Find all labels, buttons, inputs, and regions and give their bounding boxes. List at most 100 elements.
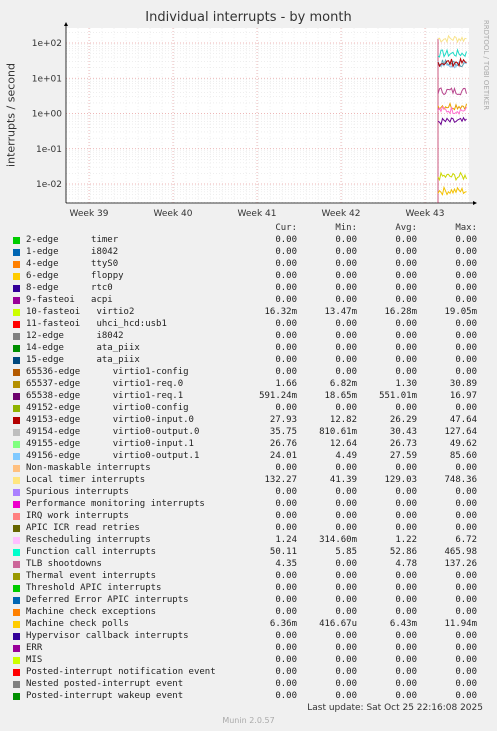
legend-swatch	[13, 237, 20, 244]
legend-max: 6.72	[455, 535, 477, 545]
legend-label: 1-edge i8042	[26, 247, 119, 257]
legend-table: 2-edge timer 0.00 0.00 0.00 0.00 1-edge i8042…	[13, 234, 493, 702]
legend-label: 11-fasteoi uhci_hcd:usb1	[26, 319, 167, 329]
legend-max: 137.26	[444, 559, 477, 569]
legend-cur: 0.00	[275, 247, 297, 257]
interrupts-chart: Week 39 Week 40 Week 41 Week 42 Week 43 1e+02…	[32, 22, 477, 219]
legend-max: 0.00	[455, 679, 477, 689]
legend-swatch	[13, 405, 20, 412]
legend-min: 0.00	[335, 283, 357, 293]
legend-row: IRQ work interrupts 0.00 0.00 0.00 0.00	[13, 510, 493, 522]
legend-cur: 26.76	[269, 439, 297, 449]
legend-swatch	[13, 369, 20, 376]
munin-version: Munin 2.0.57	[222, 716, 275, 725]
legend-row: 49155-edge virtio0-input.1 26.76 12.64 26.7…	[13, 438, 493, 450]
legend-swatch	[13, 681, 20, 688]
legend-label: Posted-interrupt notification event	[26, 667, 216, 677]
legend-row: Rescheduling interrupts 1.24 314.60m 1.22 6.…	[13, 534, 493, 546]
legend-row: 49154-edge virtio0-output.0 35.75 810.61m 3…	[13, 426, 493, 438]
legend-min: 0.00	[335, 511, 357, 521]
legend-avg: 1.30	[395, 379, 417, 389]
legend-row: 12-edge i8042 0.00 0.00 0.00 0.00	[13, 330, 493, 342]
legend-max: 0.00	[455, 367, 477, 377]
legend-min: 416.67u	[319, 619, 357, 629]
legend-row: Nested posted-interrupt event 0.00 0.00 0.0…	[13, 678, 493, 690]
legend-swatch	[13, 357, 20, 364]
legend-cur: 0.00	[275, 691, 297, 701]
legend-avg: 0.00	[395, 523, 417, 533]
legend-min: 0.00	[335, 655, 357, 665]
legend-min: 6.82m	[329, 379, 357, 389]
legend-cur: 0.00	[275, 271, 297, 281]
legend-label: 49154-edge virtio0-output.0	[26, 427, 200, 437]
legend-label: 49153-edge virtio0-input.0	[26, 415, 194, 425]
legend-swatch	[13, 693, 20, 700]
legend-avg: 27.59	[389, 451, 417, 461]
legend-min: 12.82	[329, 415, 357, 425]
legend-swatch	[13, 309, 20, 316]
legend-cur: 0.00	[275, 487, 297, 497]
legend-max: 30.89	[449, 379, 477, 389]
legend-row: 11-fasteoi uhci_hcd:usb1 0.00 0.00 0.00 0.00	[13, 318, 493, 330]
legend-swatch	[13, 381, 20, 388]
legend-min: 0.00	[335, 583, 357, 593]
legend-cur: 0.00	[275, 679, 297, 689]
legend-row: Spurious interrupts 0.00 0.00 0.00 0.00	[13, 486, 493, 498]
legend-swatch	[13, 669, 20, 676]
legend-cur: 0.00	[275, 583, 297, 593]
legend-avg: 0.00	[395, 607, 417, 617]
legend-max: 19.05m	[444, 307, 477, 317]
legend-label: 4-edge ttyS0	[26, 259, 119, 269]
legend-avg: 4.78	[395, 559, 417, 569]
legend-max: 0.00	[455, 259, 477, 269]
legend-label: Deferred Error APIC interrupts	[26, 595, 189, 605]
legend-max: 0.00	[455, 595, 477, 605]
legend-cur: 1.66	[275, 379, 297, 389]
legend-max: 47.64	[449, 415, 477, 425]
legend-row: Non-maskable interrupts 0.00 0.00 0.00 0.00	[13, 462, 493, 474]
legend-avg: 0.00	[395, 343, 417, 353]
legend-row: 2-edge timer 0.00 0.00 0.00 0.00	[13, 234, 493, 246]
legend-min: 314.60m	[319, 535, 357, 545]
legend-label: 49156-edge virtio0-output.1	[26, 451, 200, 461]
legend-row: 14-edge ata_piix 0.00 0.00 0.00 0.00	[13, 342, 493, 354]
legend-avg: 551.01m	[379, 391, 417, 401]
legend-row: Machine check exceptions 0.00 0.00 0.00 0.00	[13, 606, 493, 618]
legend-row: Posted-interrupt notification event 0.00 0…	[13, 666, 493, 678]
legend-cur: 4.35	[275, 559, 297, 569]
y-axis-arrow	[64, 22, 68, 26]
legend-cur: 0.00	[275, 403, 297, 413]
legend-row: TLB shootdowns 4.35 0.00 4.78 137.26	[13, 558, 493, 570]
legend-row: Performance monitoring interrupts 0.00 0.0…	[13, 498, 493, 510]
legend-avg: 0.00	[395, 403, 417, 413]
legend-avg: 0.00	[395, 667, 417, 677]
legend-row: 49152-edge virtio0-config 0.00 0.00 0.00 0.0…	[13, 402, 493, 414]
legend-row: 9-fasteoi acpi 0.00 0.00 0.00 0.00	[13, 294, 493, 306]
legend-label: Threshold APIC interrupts	[26, 583, 162, 593]
legend-min: 0.00	[335, 319, 357, 329]
legend-avg: 129.03	[384, 475, 417, 485]
legend-avg: 0.00	[395, 595, 417, 605]
legend-cur: 1.24	[275, 535, 297, 545]
legend-avg: 0.00	[395, 295, 417, 305]
legend-label: Performance monitoring interrupts	[26, 499, 205, 509]
x-tick-label: Week 42	[322, 209, 361, 219]
legend-label: Hypervisor callback interrupts	[26, 631, 189, 641]
legend-label: 6-edge floppy	[26, 271, 124, 281]
legend-cur: 132.27	[264, 475, 297, 485]
legend-max: 0.00	[455, 667, 477, 677]
legend-max: 0.00	[455, 403, 477, 413]
legend-min: 0.00	[335, 235, 357, 245]
legend-min: 0.00	[335, 295, 357, 305]
legend-row: 4-edge ttyS0 0.00 0.00 0.00 0.00	[13, 258, 493, 270]
last-update: Last update: Sat Oct 25 22:16:08 2025	[307, 703, 483, 713]
legend-swatch	[13, 321, 20, 328]
legend-max: 0.00	[455, 319, 477, 329]
legend-swatch	[13, 501, 20, 508]
legend-label: Local timer interrupts	[26, 475, 146, 485]
legend-cur: 0.00	[275, 571, 297, 581]
legend-label: 10-fasteoi virtio2	[26, 307, 135, 317]
legend-avg: 0.00	[395, 643, 417, 653]
legend-min: 5.85	[335, 547, 357, 557]
legend-avg: 0.00	[395, 367, 417, 377]
